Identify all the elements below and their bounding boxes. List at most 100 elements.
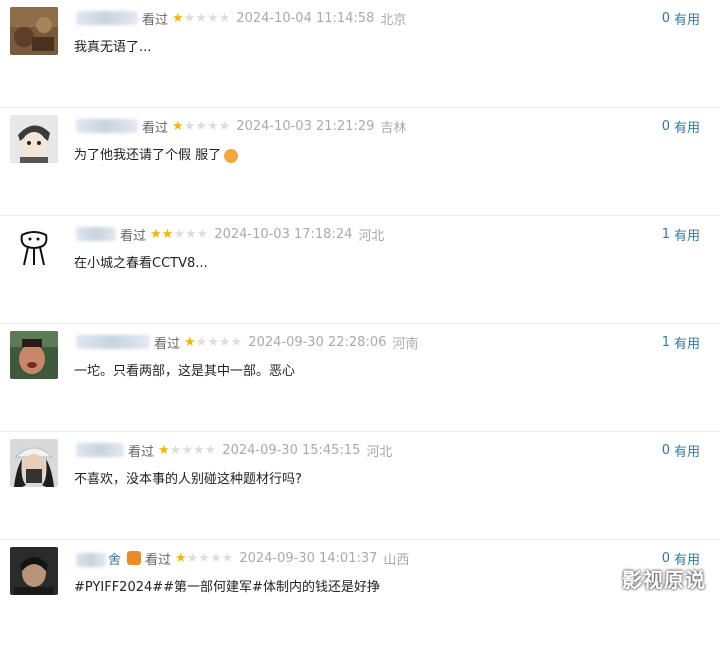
star-icon: ★ [173, 226, 185, 242]
useful-vote[interactable]: 0 有用 [662, 116, 700, 136]
review-time: 2024-10-03 21:21:29 [236, 118, 375, 134]
watch-status: 看过 [145, 552, 172, 568]
avatar[interactable] [10, 115, 58, 163]
star-icon: ★ [172, 10, 184, 26]
star-icon: ★ [210, 550, 222, 566]
star-icon: ★ [172, 118, 184, 134]
star-icon: ★ [184, 334, 196, 350]
star-icon: ★ [181, 442, 193, 458]
star-icon: ★ [206, 10, 219, 26]
username[interactable] [74, 11, 140, 26]
star-icon: ★ [196, 226, 209, 242]
rating-stars: ★ ★ ★ ★ ★ [150, 228, 208, 241]
review-time: 2024-09-30 14:01:37 [239, 550, 378, 566]
review-time: 2024-10-04 11:14:58 [236, 10, 375, 26]
watch-status: 看过 [120, 228, 147, 244]
star-icon: ★ [183, 118, 196, 134]
review-item: 看过 ★ ★ ★ ★ ★ 2024-10-03 21:21:29 吉林 为了他我还请了个… [0, 108, 720, 216]
review-content: #PYIFF2024##第一部何建军#体制内的钱还是好挣 [74, 580, 380, 595]
star-icon: ★ [221, 550, 234, 566]
vote-count: 0 [661, 442, 670, 458]
star-icon: ★ [192, 442, 205, 458]
watch-status: 看过 [154, 336, 181, 352]
vote-count: 1 [661, 226, 670, 242]
rating-stars: ★ ★ ★ ★ ★ [184, 336, 242, 349]
useful-button[interactable]: 有用 [674, 225, 700, 244]
review-content: 我真无语了... [74, 40, 152, 55]
avatar[interactable] [10, 7, 58, 55]
rating-stars: ★ ★ ★ ★ ★ [175, 552, 233, 565]
watch-status: 看过 [142, 120, 169, 136]
avatar[interactable] [10, 331, 58, 379]
review-location: 吉林 [380, 120, 407, 136]
avatar[interactable] [10, 439, 58, 487]
vote-count: 0 [661, 118, 670, 134]
star-icon: ★ [186, 550, 199, 566]
user-badge-icon [127, 551, 142, 565]
username[interactable] [74, 335, 152, 350]
review-location: 山西 [383, 552, 410, 568]
review-item: 看过 ★ ★ ★ ★ ★ 2024-09-30 15:45:15 河北 不喜欢，没本事的… [0, 432, 720, 540]
vote-count: 1 [661, 334, 670, 350]
review-item: 看过 ★ ★ ★ ★ ★ 2024-09-30 22:28:06 河南 一坨。只看两部，… [0, 324, 720, 432]
useful-vote[interactable]: 0 有用 [662, 8, 700, 28]
star-icon: ★ [218, 118, 231, 134]
useful-button[interactable]: 有用 [674, 333, 700, 352]
review-content: 一坨。只看两部，这是其中一部。恶心 [74, 364, 296, 379]
review-location: 河南 [392, 336, 419, 352]
useful-vote[interactable]: 0 有用 [662, 440, 700, 460]
review-meta: 看过 ★ ★ ★ ★ ★ 2024-10-04 11:14:58 北京 [74, 8, 406, 28]
review-content: 在小城之春看CCTV8... [74, 256, 208, 271]
review-time: 2024-09-30 15:45:15 [222, 442, 361, 458]
star-icon: ★ [218, 10, 231, 26]
star-icon: ★ [204, 442, 217, 458]
rating-stars: ★ ★ ★ ★ ★ [172, 120, 230, 133]
star-icon: ★ [158, 442, 170, 458]
username[interactable] [74, 443, 126, 458]
useful-button[interactable]: 有用 [674, 9, 700, 28]
username[interactable] [74, 227, 118, 242]
review-meta: 舍 看过 ★ ★ ★ ★ ★ 2024-09-30 14:01:37 山西 [74, 548, 409, 568]
star-icon: ★ [161, 226, 174, 242]
username[interactable] [74, 119, 140, 134]
useful-button[interactable]: 有用 [674, 117, 700, 136]
star-icon: ★ [195, 10, 207, 26]
review-time: 2024-09-30 22:28:06 [248, 334, 387, 350]
useful-vote[interactable]: 1 有用 [662, 332, 700, 352]
review-meta: 看过 ★ ★ ★ ★ ★ 2024-09-30 22:28:06 河南 [74, 332, 418, 352]
review-content: 不喜欢，没本事的人别碰这种题材行吗? [74, 472, 302, 487]
star-icon: ★ [218, 334, 231, 350]
review-content: 为了他我还请了个假 服了 [74, 144, 239, 163]
star-icon: ★ [206, 118, 219, 134]
review-location: 北京 [380, 12, 407, 28]
watch-status: 看过 [128, 444, 155, 460]
useful-button[interactable]: 有用 [674, 441, 700, 460]
star-icon: ★ [175, 550, 187, 566]
star-icon: ★ [183, 10, 196, 26]
review-location: 河北 [358, 228, 385, 244]
star-icon: ★ [207, 334, 219, 350]
star-icon: ★ [198, 550, 210, 566]
review-item: 舍 看过 ★ ★ ★ ★ ★ 2024-09-30 14:01:37 山西 #PYIFF… [0, 540, 720, 647]
useful-vote[interactable]: 1 有用 [662, 224, 700, 244]
username[interactable]: 舍 [74, 549, 121, 568]
review-meta: 看过 ★ ★ ★ ★ ★ 2024-10-03 21:21:29 吉林 [74, 116, 406, 136]
rating-stars: ★ ★ ★ ★ ★ [158, 444, 216, 457]
review-meta: 看过 ★ ★ ★ ★ ★ 2024-10-03 17:18:24 河北 [74, 224, 384, 244]
review-item: 看过 ★ ★ ★ ★ ★ 2024-10-04 11:14:58 北京 我真无语了...… [0, 0, 720, 108]
star-icon: ★ [195, 334, 208, 350]
star-icon: ★ [150, 226, 162, 242]
star-icon: ★ [195, 118, 207, 134]
review-location: 河北 [366, 444, 393, 460]
vote-count: 0 [661, 10, 670, 26]
watch-status: 看过 [142, 12, 169, 28]
rating-stars: ★ ★ ★ ★ ★ [172, 12, 230, 25]
face-emoji-icon [224, 148, 239, 163]
star-icon: ★ [230, 334, 243, 350]
star-icon: ★ [169, 442, 182, 458]
review-item: 看过 ★ ★ ★ ★ ★ 2024-10-03 17:18:24 河北 在小城之春看CC… [0, 216, 720, 324]
avatar[interactable] [10, 547, 58, 595]
watermark-text: 影视原说 [622, 568, 706, 592]
review-time: 2024-10-03 17:18:24 [214, 226, 353, 242]
avatar[interactable] [10, 223, 58, 271]
